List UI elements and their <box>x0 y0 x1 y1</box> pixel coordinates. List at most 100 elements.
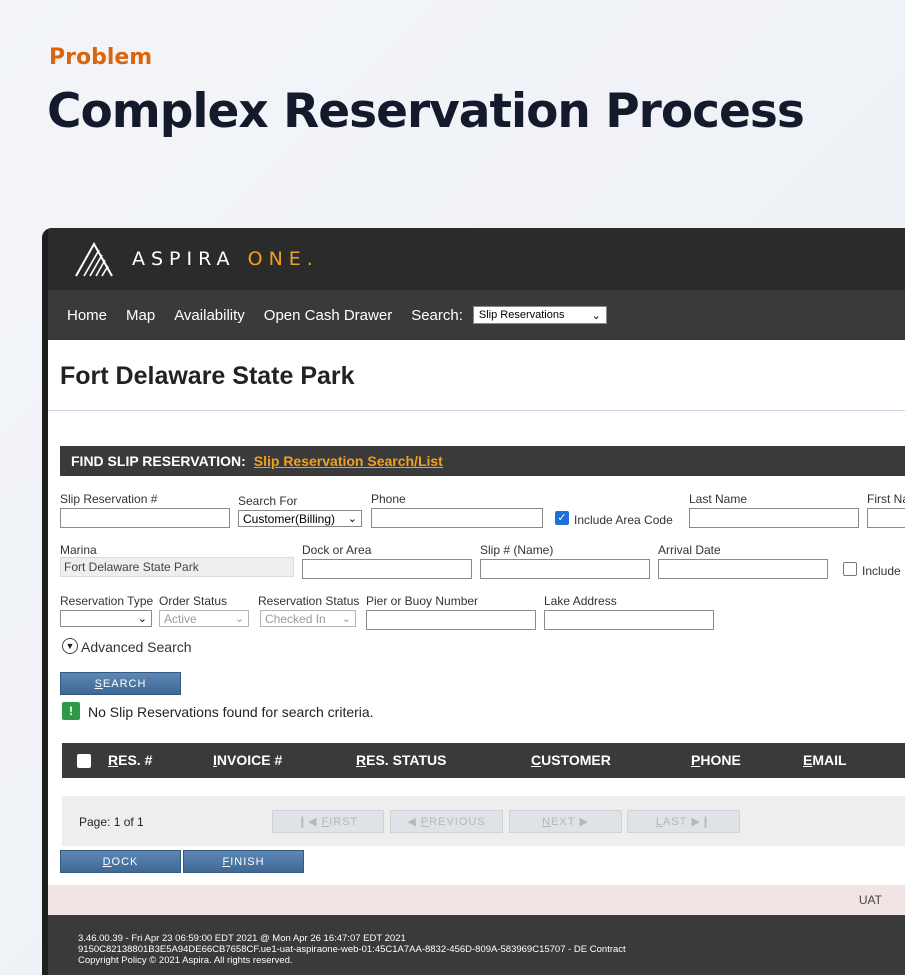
finish-button[interactable]: F INISH <box>183 850 304 873</box>
next-arrow-icon: ▶ <box>575 816 589 828</box>
last-page-text: AST <box>662 815 688 828</box>
first-page-button[interactable]: ❙◀ F IRST <box>272 810 384 833</box>
nav-home[interactable]: Home <box>67 307 107 324</box>
dock-button-text: OCK <box>111 855 139 868</box>
arrival-date-input[interactable] <box>658 559 828 579</box>
lake-address-input[interactable] <box>544 610 714 630</box>
next-page-button[interactable]: N EXT ▶ <box>509 810 622 833</box>
search-button-accel: S <box>94 677 103 690</box>
advanced-search-link[interactable]: Advanced Search <box>81 639 192 655</box>
first-page-accel: F <box>321 815 330 828</box>
include-area-code-label: Include Area Code <box>574 513 673 527</box>
col-phone-accel: P <box>691 752 701 768</box>
include-checkbox[interactable] <box>843 562 857 576</box>
col-invoice-number-text: NVOICE # <box>216 752 283 768</box>
slip-name-input[interactable] <box>480 559 650 579</box>
col-customer[interactable]: CUSTOMER <box>531 752 611 768</box>
last-arrow-icon: ▶❙ <box>687 816 712 828</box>
last-page-accel: L <box>655 815 663 828</box>
chevron-down-icon: ⌄ <box>137 613 147 625</box>
previous-arrow-icon: ◀ <box>407 816 421 828</box>
find-search-list-link[interactable]: Slip Reservation Search/List <box>254 453 443 469</box>
nav-search-label: Search: <box>411 306 463 324</box>
include-area-code-checkbox[interactable]: ✓ <box>555 511 569 525</box>
marina-field: Fort Delaware State Park <box>60 557 294 577</box>
search-button[interactable]: S EARCH <box>60 672 181 695</box>
select-all-checkbox[interactable] <box>77 754 91 768</box>
col-res-number[interactable]: RES. # <box>108 752 152 768</box>
phone-label: Phone <box>371 492 406 506</box>
include-label: Include I <box>862 564 905 578</box>
first-arrow-icon: ❙◀ <box>297 816 322 828</box>
dock-area-input[interactable] <box>302 559 472 579</box>
col-res-status[interactable]: RES. STATUS <box>356 752 447 768</box>
col-email-text: MAIL <box>812 752 847 768</box>
col-res-status-accel: R <box>356 752 367 768</box>
app-screenshot-frame: ASPIRA ONE. Home Map Availability Open C… <box>42 228 905 975</box>
col-customer-accel: C <box>531 752 542 768</box>
dock-button-accel: D <box>102 855 112 868</box>
lake-address-label: Lake Address <box>544 594 617 608</box>
brand-aspira: ASPIRA <box>132 248 236 270</box>
col-email-accel: E <box>803 752 813 768</box>
col-email[interactable]: EMAIL <box>803 752 847 768</box>
main-content: Fort Delaware State Park FIND SLIP RESER… <box>48 340 905 975</box>
slip-name-label: Slip # (Name) <box>480 543 554 557</box>
park-title: Fort Delaware State Park <box>60 362 355 390</box>
nav-availability[interactable]: Availability <box>174 307 245 324</box>
order-status-select[interactable]: Active ⌄ <box>159 610 249 627</box>
reservation-status-label: Reservation Status <box>258 594 360 608</box>
footer-version: 3.46.00.39 - Fri Apr 23 06:59:00 EDT 202… <box>78 933 406 944</box>
search-for-value: Customer(Billing) <box>243 511 336 526</box>
eyebrow-label: Problem <box>49 45 153 70</box>
previous-page-accel: P <box>420 815 430 828</box>
reservation-status-select[interactable]: Checked In ⌄ <box>260 610 356 627</box>
last-page-button[interactable]: L AST ▶❙ <box>627 810 740 833</box>
col-res-status-text: ES. STATUS <box>366 752 447 768</box>
reservation-type-label: Reservation Type <box>60 594 154 608</box>
slip-reservation-input[interactable] <box>60 508 230 528</box>
first-name-label: First Na <box>867 492 905 506</box>
footer-session: 9150C82138801B3E5A94DE66CB7658CF.ue1-uat… <box>78 944 626 955</box>
next-page-text: EXT <box>551 815 576 828</box>
search-for-select[interactable]: Customer(Billing) ⌄ <box>238 510 362 527</box>
page-indicator: Page: 1 of 1 <box>79 815 144 829</box>
next-page-accel: N <box>542 815 552 828</box>
search-for-label: Search For <box>238 494 298 508</box>
nav-open-cash-drawer[interactable]: Open Cash Drawer <box>264 307 392 324</box>
reservation-status-value: Checked In <box>265 611 326 626</box>
phone-input[interactable] <box>371 508 543 528</box>
search-type-select[interactable]: Slip Reservations ⌄ <box>472 306 607 324</box>
nav-map[interactable]: Map <box>126 307 155 324</box>
dock-button[interactable]: D OCK <box>60 850 181 873</box>
finish-button-text: INISH <box>230 855 265 868</box>
col-phone-text: HONE <box>700 752 741 768</box>
last-name-input[interactable] <box>689 508 859 528</box>
find-label: FIND SLIP RESERVATION: <box>71 453 246 469</box>
pagination-bar: Page: 1 of 1 ❙◀ F IRST ◀ P REVIOUS N EXT ▶ … <box>62 796 905 846</box>
first-name-input[interactable] <box>867 508 905 528</box>
search-button-text: EARCH <box>102 677 147 690</box>
app-footer: 3.46.00.39 - Fri Apr 23 06:59:00 EDT 202… <box>48 915 905 975</box>
app-header: ASPIRA ONE. <box>48 228 905 290</box>
chevron-down-icon: ⌄ <box>234 613 244 625</box>
footer-copyright: Copyright Policy © 2021 Aspira. All righ… <box>78 955 293 966</box>
col-customer-text: USTOMER <box>541 752 611 768</box>
col-res-number-accel: R <box>108 752 119 768</box>
find-slip-reservation-bar: FIND SLIP RESERVATION: Slip Reservation … <box>60 446 905 476</box>
col-phone[interactable]: PHONE <box>691 752 741 768</box>
search-type-value: Slip Reservations <box>478 309 565 321</box>
no-results-message: No Slip Reservations found for search cr… <box>88 704 374 720</box>
col-invoice-number[interactable]: INVOICE # <box>213 752 282 768</box>
aspira-mountain-icon <box>75 241 113 277</box>
previous-page-button[interactable]: ◀ P REVIOUS <box>390 810 503 833</box>
chevron-down-icon: ⌄ <box>341 613 351 625</box>
main-nav: Home Map Availability Open Cash Drawer S… <box>48 290 905 340</box>
reservation-type-select[interactable]: ⌄ <box>60 610 152 627</box>
pier-buoy-input[interactable] <box>366 610 536 630</box>
environment-bar: UAT <box>48 885 905 915</box>
finish-button-accel: F <box>222 855 231 868</box>
pier-buoy-label: Pier or Buoy Number <box>366 594 479 608</box>
chevron-down-circle-icon[interactable]: ▼ <box>62 638 78 654</box>
aspira-logo[interactable]: ASPIRA ONE. <box>74 240 319 278</box>
